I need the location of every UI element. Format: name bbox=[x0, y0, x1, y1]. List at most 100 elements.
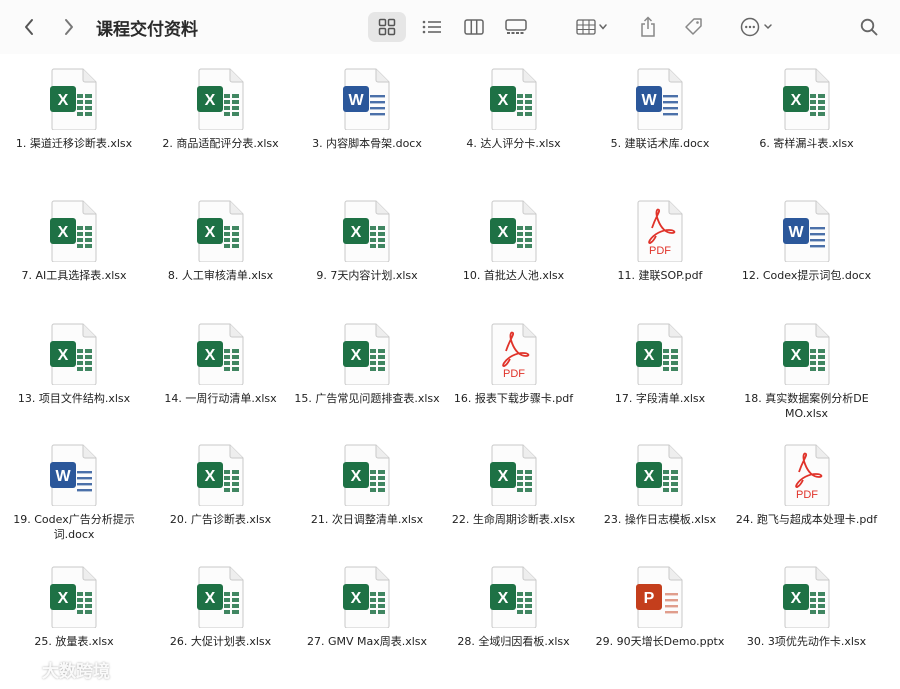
column-view-button[interactable] bbox=[456, 12, 492, 42]
file-name-label: 20. 广告诊断表.xlsx bbox=[169, 513, 272, 526]
file-name-label: 26. 大促计划表.xlsx bbox=[169, 635, 272, 648]
svg-text:X: X bbox=[58, 224, 69, 241]
xlsx-file-icon: X bbox=[782, 68, 831, 131]
watermark-text: 大数跨境 bbox=[42, 662, 110, 682]
svg-text:X: X bbox=[204, 92, 215, 109]
svg-text:X: X bbox=[58, 590, 69, 607]
file-name-label: 8. 人工审核清单.xlsx bbox=[167, 269, 274, 282]
svg-text:X: X bbox=[58, 347, 69, 364]
file-name-label: 6. 寄样漏斗表.xlsx bbox=[759, 137, 854, 150]
window-title: 课程交付资料 bbox=[96, 20, 198, 40]
file-name-label: 21. 次日调整清单.xlsx bbox=[310, 513, 424, 526]
pdf-file-icon: PDF bbox=[783, 444, 831, 507]
svg-text:W: W bbox=[55, 468, 71, 485]
group-by-icon bbox=[576, 19, 607, 35]
ellipsis-circle-icon bbox=[740, 17, 772, 37]
gallery-icon bbox=[505, 19, 527, 34]
pdf-file-icon: PDF bbox=[490, 323, 538, 386]
pptx-file-icon: P bbox=[636, 566, 684, 629]
xlsx-file-icon: X bbox=[50, 200, 98, 263]
more-actions-button[interactable] bbox=[738, 12, 776, 42]
file-name-label: 7. AI工具选择表.xlsx bbox=[21, 269, 127, 282]
xlsx-file-icon: X bbox=[489, 444, 538, 507]
svg-text:PDF: PDF bbox=[649, 245, 671, 257]
xlsx-file-icon: X bbox=[489, 566, 538, 629]
file-name-label: 3. 内容脚本骨架.docx bbox=[312, 137, 422, 150]
watermark: 大数跨境 bbox=[8, 657, 110, 682]
file-name-label: 17. 字段清单.xlsx bbox=[614, 392, 706, 405]
xlsx-file-icon: X bbox=[782, 323, 831, 386]
xlsx-file-icon: X bbox=[196, 566, 245, 629]
svg-text:X: X bbox=[204, 590, 215, 607]
list-icon bbox=[422, 20, 441, 34]
columns-icon bbox=[464, 19, 484, 35]
svg-text:X: X bbox=[497, 92, 508, 109]
file-name-label: 5. 建联话术库.docx bbox=[610, 137, 710, 150]
file-name-label: 25. 放量表.xlsx bbox=[34, 635, 114, 648]
share-icon bbox=[641, 16, 655, 37]
svg-text:X: X bbox=[351, 224, 362, 241]
svg-text:X: X bbox=[790, 347, 801, 364]
xlsx-file-icon: X bbox=[782, 566, 831, 629]
svg-text:X: X bbox=[204, 468, 215, 485]
xlsx-file-icon: X bbox=[343, 200, 391, 263]
svg-text:X: X bbox=[790, 92, 801, 109]
xlsx-file-icon: X bbox=[489, 68, 538, 131]
docx-file-icon: W bbox=[343, 68, 391, 131]
svg-text:X: X bbox=[644, 468, 655, 485]
svg-text:X: X bbox=[497, 224, 508, 241]
svg-text:X: X bbox=[351, 590, 362, 607]
xlsx-file-icon: X bbox=[50, 566, 98, 629]
svg-text:P: P bbox=[644, 590, 655, 607]
svg-text:X: X bbox=[351, 468, 362, 485]
xlsx-file-icon: X bbox=[196, 444, 245, 507]
xlsx-file-icon: X bbox=[343, 444, 391, 507]
svg-text:X: X bbox=[204, 347, 215, 364]
svg-text:X: X bbox=[644, 347, 655, 364]
xlsx-file-icon: X bbox=[636, 444, 684, 507]
docx-file-icon: W bbox=[50, 444, 98, 507]
back-button[interactable] bbox=[18, 12, 40, 42]
svg-text:X: X bbox=[497, 468, 508, 485]
file-name-label: 11. 建联SOP.pdf bbox=[617, 269, 703, 282]
file-name-label: 1. 渠道迁移诊断表.xlsx bbox=[15, 137, 133, 150]
docx-file-icon: W bbox=[782, 200, 831, 263]
icon-view-button[interactable] bbox=[368, 12, 406, 42]
file-name-label: 28. 全域归因看板.xlsx bbox=[457, 635, 570, 648]
file-name-label: 23. 操作日志模板.xlsx bbox=[603, 513, 717, 526]
svg-text:PDF: PDF bbox=[796, 489, 818, 501]
file-name-label: 10. 首批达人池.xlsx bbox=[462, 269, 565, 282]
xlsx-file-icon: X bbox=[343, 566, 391, 629]
list-view-button[interactable] bbox=[414, 12, 450, 42]
xlsx-file-icon: X bbox=[489, 200, 538, 263]
file-name-label: 14. 一周行动清单.xlsx bbox=[164, 392, 277, 405]
svg-text:X: X bbox=[204, 224, 215, 241]
svg-text:X: X bbox=[58, 92, 69, 109]
pdf-file-icon: PDF bbox=[636, 200, 684, 263]
toolbar: 课程交付资料 bbox=[0, 0, 900, 54]
search-button[interactable] bbox=[856, 12, 882, 42]
grid-icon bbox=[378, 18, 396, 36]
xlsx-file-icon: X bbox=[50, 68, 98, 131]
gallery-view-button[interactable] bbox=[498, 12, 534, 42]
xlsx-file-icon: X bbox=[196, 68, 245, 131]
forward-button[interactable] bbox=[58, 12, 80, 42]
file-name-label: 18. 真实数据案例分析DEMO.xlsx bbox=[744, 392, 869, 420]
file-name-label: 13. 项目文件结构.xlsx bbox=[17, 392, 131, 405]
group-by-button[interactable] bbox=[572, 12, 612, 42]
tag-button[interactable] bbox=[680, 12, 708, 42]
file-name-label: 22. 生命周期诊断表.xlsx bbox=[451, 513, 576, 526]
xlsx-file-icon: X bbox=[50, 323, 98, 386]
file-name-label: 19. Codex广告分析提示词.docx bbox=[13, 513, 135, 541]
share-button[interactable] bbox=[634, 12, 662, 42]
docx-file-icon: W bbox=[636, 68, 684, 131]
svg-text:W: W bbox=[788, 224, 804, 241]
file-name-label: 16. 报表下载步骤卡.pdf bbox=[453, 392, 574, 405]
watermark-logo-icon bbox=[8, 662, 36, 677]
search-icon bbox=[860, 18, 878, 36]
file-name-label: 29. 90天增长Demo.pptx bbox=[595, 635, 725, 648]
file-grid: X 1. 渠道迁移诊断表.xlsx X 2. 商品适配评分表.xlsx W 3.… bbox=[0, 54, 900, 689]
svg-text:X: X bbox=[351, 347, 362, 364]
xlsx-file-icon: X bbox=[343, 323, 391, 386]
file-name-label: 24. 跑飞与超成本处理卡.pdf bbox=[735, 513, 878, 526]
